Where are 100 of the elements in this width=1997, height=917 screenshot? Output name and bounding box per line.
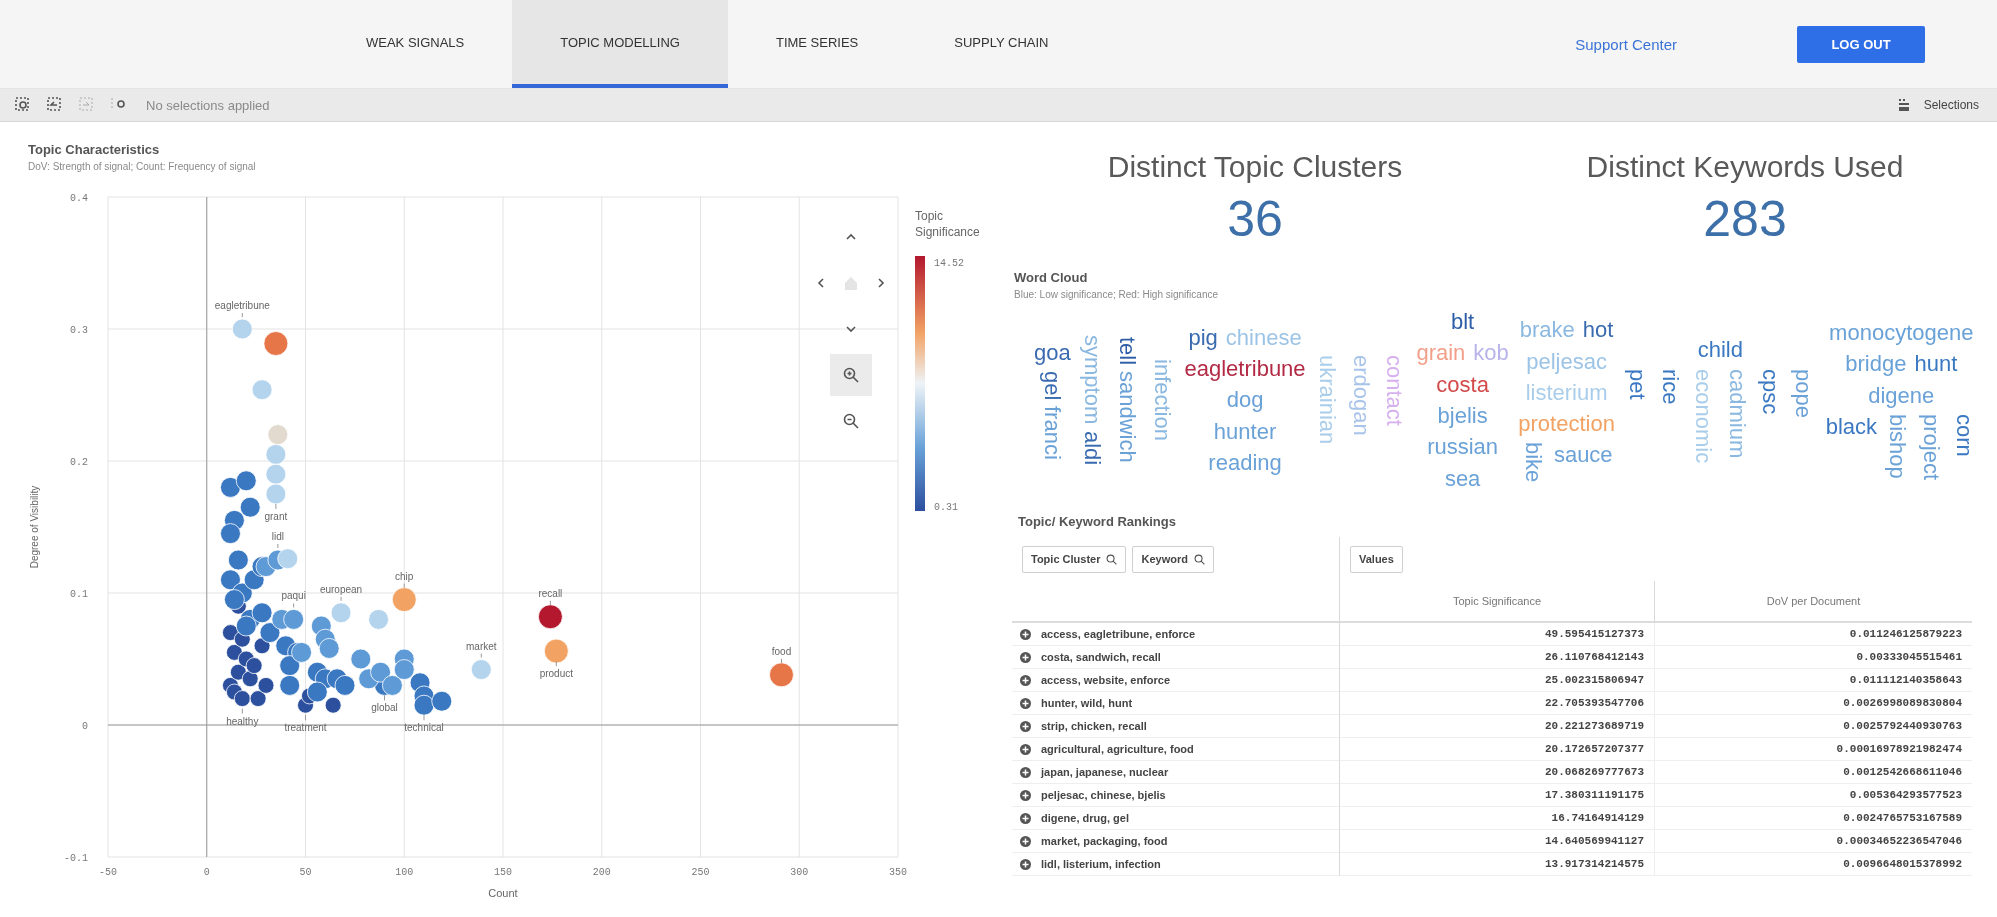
data-point[interactable]	[222, 624, 239, 641]
row-header-cell[interactable]: digene, drug, gel	[1012, 807, 1340, 830]
cloud-word[interactable]: hunter	[1213, 418, 1277, 444]
data-point[interactable]	[253, 637, 271, 655]
nav-tab[interactable]: TIME SERIES	[727, 0, 907, 88]
data-point[interactable]	[245, 657, 263, 674]
row-header-cell[interactable]: strip, chicken, recall	[1012, 715, 1340, 738]
zoom-in-button[interactable]	[830, 354, 872, 396]
cloud-word[interactable]: goa	[1034, 339, 1071, 366]
cloud-word[interactable]: project	[1918, 413, 1944, 480]
cloud-word[interactable]: bridge	[1845, 351, 1907, 377]
data-point[interactable]	[393, 659, 415, 680]
data-point[interactable]	[220, 477, 241, 498]
data-point[interactable]	[306, 681, 328, 703]
cloud-word[interactable]: pig	[1188, 324, 1218, 351]
expand-icon[interactable]	[1020, 766, 1031, 778]
cloud-word[interactable]: hot	[1582, 317, 1614, 343]
row-header-cell[interactable]: market, packaging, food	[1012, 830, 1340, 853]
row-header-cell[interactable]: lidl, listerium, infection	[1012, 853, 1340, 876]
data-point[interactable]	[249, 690, 267, 707]
data-point[interactable]	[241, 670, 259, 688]
cloud-word[interactable]: rice	[1657, 368, 1683, 404]
expand-icon[interactable]	[1020, 743, 1031, 755]
cloud-word[interactable]: tell	[1114, 337, 1141, 366]
cloud-word[interactable]: hunt	[1914, 351, 1958, 377]
cloud-word[interactable]: corn	[1951, 413, 1977, 457]
cloud-word[interactable]: dog	[1226, 387, 1264, 413]
row-header-cell[interactable]: japan, japanese, nuclear	[1012, 761, 1340, 784]
nav-tab[interactable]: WEAK SIGNALS	[318, 0, 513, 88]
data-point[interactable]	[251, 602, 273, 624]
cloud-word[interactable]: pet	[1624, 368, 1650, 400]
cloud-word[interactable]: franci	[1039, 406, 1065, 461]
cloud-word[interactable]: cpsc	[1757, 368, 1783, 414]
table-cell: 25.002315806947	[1340, 669, 1655, 692]
data-point[interactable]	[233, 690, 251, 707]
cloud-word[interactable]: black	[1825, 413, 1877, 440]
data-point[interactable]	[259, 622, 281, 643]
data-point[interactable]	[257, 677, 275, 694]
row-header-cell[interactable]: hunter, wild, hunt	[1012, 692, 1340, 715]
expand-icon[interactable]	[1020, 812, 1031, 824]
expand-icon[interactable]	[1020, 651, 1031, 663]
data-point[interactable]	[235, 470, 257, 492]
nav-tab[interactable]: TOPIC MODELLING	[512, 0, 728, 88]
filter-button[interactable]: Keyword	[1132, 545, 1214, 573]
cloud-word[interactable]: eagletribune	[1184, 356, 1306, 382]
support-link[interactable]: Support Center	[1575, 35, 1677, 53]
column-header: Topic Significance	[1340, 581, 1655, 623]
cloud-word[interactable]: monocytogene	[1829, 320, 1974, 346]
cloud-word[interactable]: bishop	[1885, 413, 1911, 479]
data-point[interactable]	[220, 523, 241, 544]
data-point[interactable]	[226, 644, 243, 661]
expand-icon[interactable]	[1020, 674, 1031, 686]
nav-tab[interactable]: SUPPLY CHAIN	[906, 0, 1097, 88]
cloud-word[interactable]: child	[1697, 337, 1743, 363]
cloud-word[interactable]: sea	[1444, 465, 1481, 491]
row-header-cell[interactable]: peljesac, chinese, bjelis	[1012, 784, 1340, 807]
data-point[interactable]	[413, 694, 435, 716]
data-point[interactable]	[324, 696, 342, 714]
selections-button[interactable]: Selections	[1891, 97, 1985, 113]
cloud-word[interactable]: costa	[1436, 371, 1489, 397]
data-point[interactable]	[291, 642, 312, 663]
axis-tick-label: 250	[691, 867, 710, 878]
data-point[interactable]	[224, 589, 245, 610]
row-header-cell[interactable]: access, website, enforce	[1012, 669, 1340, 692]
cloud-word[interactable]: aldi	[1080, 430, 1106, 465]
expand-icon[interactable]	[1020, 835, 1031, 847]
logout-button[interactable]: LOG OUT	[1797, 25, 1925, 63]
cloud-word[interactable]: digene	[1868, 382, 1935, 408]
cloud-word[interactable]: pope	[1790, 368, 1817, 418]
data-point[interactable]	[538, 604, 563, 630]
expand-icon[interactable]	[1020, 697, 1031, 709]
point-label: european	[319, 583, 363, 595]
row-header-cell[interactable]: costa, sandwich, recall	[1012, 646, 1340, 669]
data-point[interactable]	[220, 569, 241, 591]
data-point[interactable]	[239, 496, 261, 518]
axis-tick-label: 150	[494, 867, 512, 878]
expand-icon[interactable]	[1020, 720, 1031, 732]
cloud-word[interactable]: reading	[1208, 449, 1282, 476]
row-header-cell[interactable]: access, eagletribune, enforce	[1012, 623, 1340, 646]
expand-icon[interactable]	[1020, 858, 1031, 870]
cloud-word[interactable]: sandwich	[1114, 371, 1141, 463]
data-point[interactable]	[235, 615, 257, 637]
filter-button[interactable]: Topic Cluster	[1022, 545, 1127, 573]
point-label: grant	[264, 511, 288, 522]
cloud-word[interactable]: gel	[1039, 371, 1065, 401]
data-point[interactable]	[334, 675, 356, 696]
values-button[interactable]: Values	[1350, 545, 1403, 573]
data-point[interactable]	[431, 690, 453, 712]
cloud-word[interactable]: sauce	[1553, 442, 1613, 468]
data-point[interactable]	[382, 675, 403, 696]
data-point[interactable]	[227, 549, 249, 571]
cloud-word[interactable]: russian	[1427, 434, 1499, 460]
data-point[interactable]	[279, 655, 301, 676]
cloud-word[interactable]: bike	[1520, 442, 1546, 483]
data-point[interactable]	[279, 675, 301, 696]
expand-icon[interactable]	[1020, 628, 1031, 640]
cloud-word[interactable]: blt	[1451, 309, 1475, 335]
expand-icon[interactable]	[1020, 789, 1031, 801]
row-header-cell[interactable]: agricultural, agriculture, food	[1012, 738, 1340, 761]
cloud-word[interactable]: bjelis	[1437, 403, 1488, 429]
